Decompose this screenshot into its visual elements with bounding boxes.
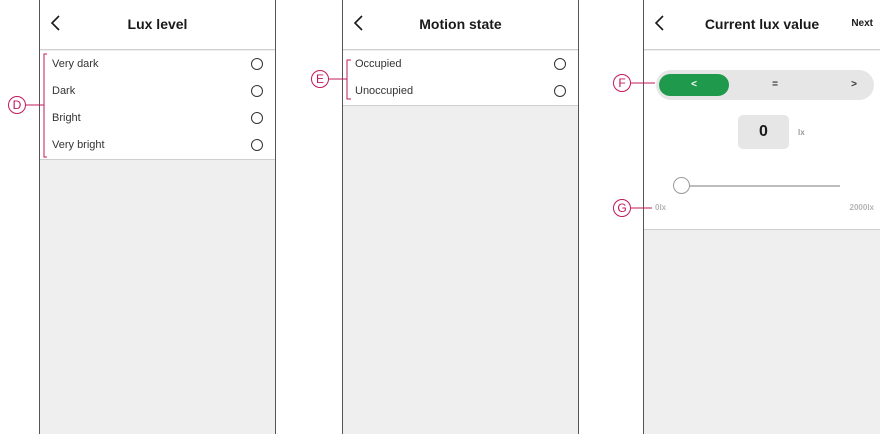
annotation-d: D xyxy=(8,96,26,114)
slider-track[interactable] xyxy=(682,185,840,187)
radio-button[interactable] xyxy=(554,58,566,70)
segment-less-than[interactable]: < xyxy=(659,74,729,96)
next-button[interactable]: Next xyxy=(851,18,873,29)
motion-state-screen: Motion state Occupied Unoccupied xyxy=(342,0,579,434)
option-bright[interactable]: Bright xyxy=(40,105,275,132)
segment-greater-than[interactable]: > xyxy=(819,74,880,96)
option-very-bright[interactable]: Very bright xyxy=(40,132,275,159)
radio-button[interactable] xyxy=(251,139,263,151)
header: Lux level xyxy=(40,0,275,50)
annotation-f: F xyxy=(613,74,631,92)
option-occupied[interactable]: Occupied xyxy=(343,51,578,78)
radio-button[interactable] xyxy=(554,85,566,97)
slider-max-label: 2000lx xyxy=(849,203,874,212)
option-label: Very dark xyxy=(52,58,99,70)
lux-value-panel: < = > 0 lx 0lx 2000lx xyxy=(644,51,880,230)
option-very-dark[interactable]: Very dark xyxy=(40,51,275,78)
page-title: Lux level xyxy=(127,16,188,32)
lux-value-input[interactable]: 0 xyxy=(738,115,789,149)
option-label: Occupied xyxy=(355,58,402,70)
radio-button[interactable] xyxy=(251,58,263,70)
option-label: Bright xyxy=(52,112,81,124)
annotation-e: E xyxy=(311,70,329,88)
option-label: Dark xyxy=(52,85,76,97)
slider-thumb[interactable] xyxy=(673,177,690,194)
option-dark[interactable]: Dark xyxy=(40,78,275,105)
lux-level-screen: Lux level Very dark Dark Bright Very bri… xyxy=(39,0,276,434)
slider-min-label: 0lx xyxy=(655,203,667,212)
motion-state-options: Occupied Unoccupied xyxy=(343,51,578,106)
page-title: Motion state xyxy=(419,16,502,32)
header: Current lux value Next xyxy=(644,0,880,50)
comparison-selector: < = > xyxy=(656,70,874,100)
option-label: Very bright xyxy=(52,139,105,151)
annotation-g: G xyxy=(613,199,631,217)
option-label: Unoccupied xyxy=(355,85,414,97)
header: Motion state xyxy=(343,0,578,50)
option-unoccupied[interactable]: Unoccupied xyxy=(343,78,578,105)
page-title: Current lux value xyxy=(704,16,820,32)
lux-unit-label: lx xyxy=(798,128,805,137)
current-lux-value-screen: Current lux value Next < = > 0 lx 0lx 20… xyxy=(643,0,880,434)
lux-level-options: Very dark Dark Bright Very bright xyxy=(40,51,275,160)
segment-equal[interactable]: = xyxy=(740,74,810,96)
radio-button[interactable] xyxy=(251,85,263,97)
radio-button[interactable] xyxy=(251,112,263,124)
